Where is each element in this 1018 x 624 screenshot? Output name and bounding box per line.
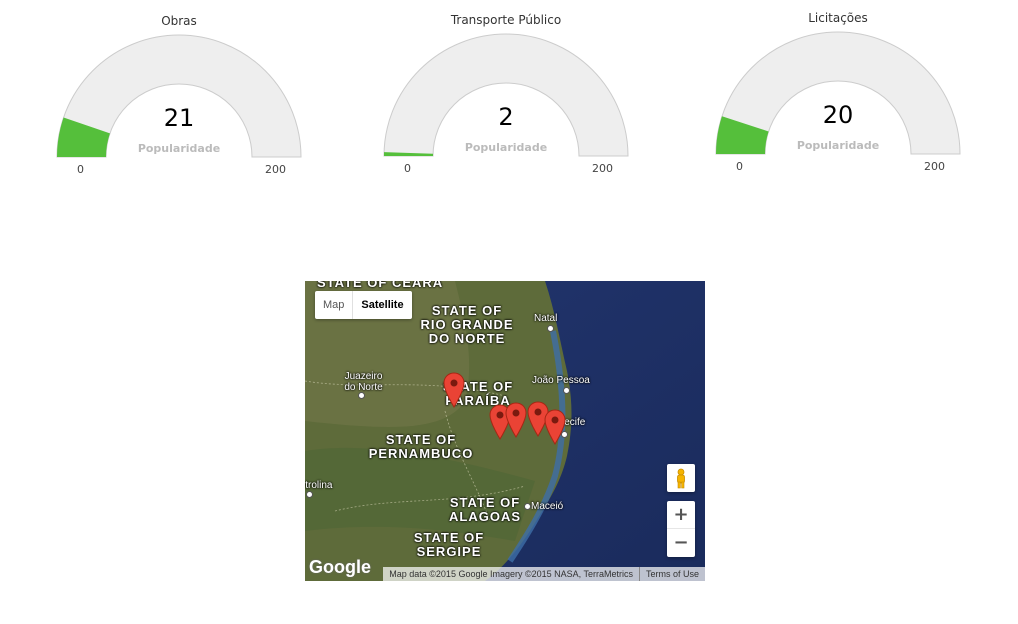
gauge-min: 0	[404, 162, 411, 175]
gauge-max: 200	[924, 160, 945, 173]
map-marker-icon[interactable]	[544, 409, 566, 445]
gauge-label: Popularidade	[464, 141, 548, 154]
gauge-licitacoes: Licitações 20 Popularidade 0 200	[708, 11, 968, 191]
gauge-min: 0	[77, 163, 84, 176]
map-marker-icon[interactable]	[505, 402, 527, 438]
region-label-alagoas: STATE OF ALAGOAS	[449, 495, 521, 524]
city-dot	[358, 392, 365, 399]
region-label-sergipe: STATE OF SERGIPE	[413, 530, 485, 559]
city-dot	[524, 503, 531, 510]
zoom-control: + −	[667, 501, 695, 557]
gauge-track	[383, 33, 629, 157]
city-dot	[306, 491, 313, 498]
gauge-max: 200	[592, 162, 613, 175]
city-dot	[547, 325, 554, 332]
region-label-rio-grande-do-norte: STATE OF RIO GRANDE DO NORTE	[420, 303, 514, 346]
map-marker-icon[interactable]	[443, 372, 465, 408]
attribution-text: Map data ©2015 Google Imagery ©2015 NASA…	[389, 569, 633, 579]
gauge-value: 20	[822, 101, 854, 129]
gauge-label: Popularidade	[796, 139, 880, 152]
gauge-value: 21	[163, 104, 195, 132]
region-label-ceara: STATE OF CEARÁ	[317, 281, 444, 290]
city-label-natal: Natal	[534, 313, 558, 324]
google-map[interactable]: Map Satellite STATE OF CEARÁ STATE OF RI…	[305, 281, 705, 581]
google-logo[interactable]: Google	[309, 557, 371, 578]
map-type-control: Map Satellite	[315, 291, 412, 319]
city-label-joao-pessoa: João Pessoa	[532, 375, 590, 386]
pegman-icon	[677, 468, 685, 489]
gauge-transporte-publico: Transporte Público 2 Popularidade 0 200	[376, 13, 636, 193]
gauge-label: Popularidade	[137, 142, 221, 155]
gauge-value: 2	[498, 103, 514, 131]
map-type-satellite-button[interactable]: Satellite	[353, 291, 411, 319]
city-dot	[563, 387, 570, 394]
map-type-map-button[interactable]: Map	[315, 291, 354, 319]
terms-of-use-link[interactable]: Terms of Use	[638, 567, 705, 581]
city-label-juazeiro-do-norte: Juazeiro do Norte	[344, 371, 383, 393]
city-label-petrolina: Petrolina	[305, 480, 333, 491]
gauge-min: 0	[736, 160, 743, 173]
gauge-max: 200	[265, 163, 286, 176]
zoom-out-button[interactable]: −	[667, 529, 695, 557]
gauge-obras: Obras 21 Popularidade 0 200	[49, 14, 309, 194]
map-attribution: Map data ©2015 Google Imagery ©2015 NASA…	[383, 567, 705, 581]
region-label-pernambuco: STATE OF PERNAMBUCO	[368, 432, 474, 461]
street-view-control[interactable]	[667, 464, 695, 492]
zoom-in-button[interactable]: +	[667, 501, 695, 529]
city-label-maceio: Maceió	[531, 501, 564, 512]
